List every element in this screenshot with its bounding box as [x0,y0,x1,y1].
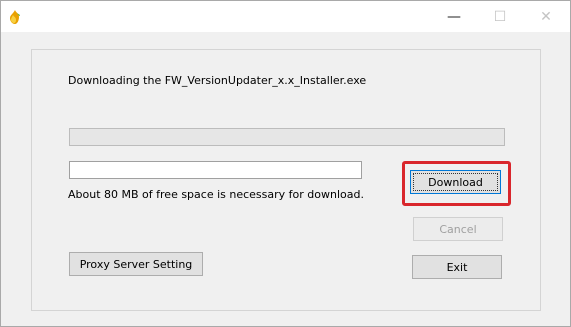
proxy-server-setting-button[interactable]: Proxy Server Setting [69,252,203,276]
close-icon: ✕ [540,8,552,25]
dialog-content: Downloading the FW_VersionUpdater_x.x_In… [1,32,570,326]
title-bar[interactable]: — ☐ ✕ [1,1,570,32]
app-flame-icon [7,9,23,25]
download-button[interactable]: Download [410,170,501,194]
file-progress-bar [69,161,362,179]
exit-button[interactable]: Exit [412,255,502,279]
total-progress-bar [69,128,505,146]
download-status-text: Downloading the FW_VersionUpdater_x.x_In… [68,74,367,87]
maximize-button[interactable]: ☐ [477,1,523,32]
focus-rectangle [413,173,498,191]
proxy-button-label: Proxy Server Setting [79,257,193,271]
exit-button-label: Exit [446,260,468,274]
cancel-button-label: Cancel [439,222,477,236]
free-space-note: About 80 MB of free space is necessary f… [68,188,364,201]
cancel-button[interactable]: Cancel [413,217,503,241]
close-button[interactable]: ✕ [523,1,569,32]
installer-window: — ☐ ✕ Downloading the FW_VersionUpdater_… [0,0,571,327]
maximize-icon: ☐ [493,8,507,25]
minimize-button[interactable]: — [431,1,477,32]
minimize-icon: — [447,8,461,25]
